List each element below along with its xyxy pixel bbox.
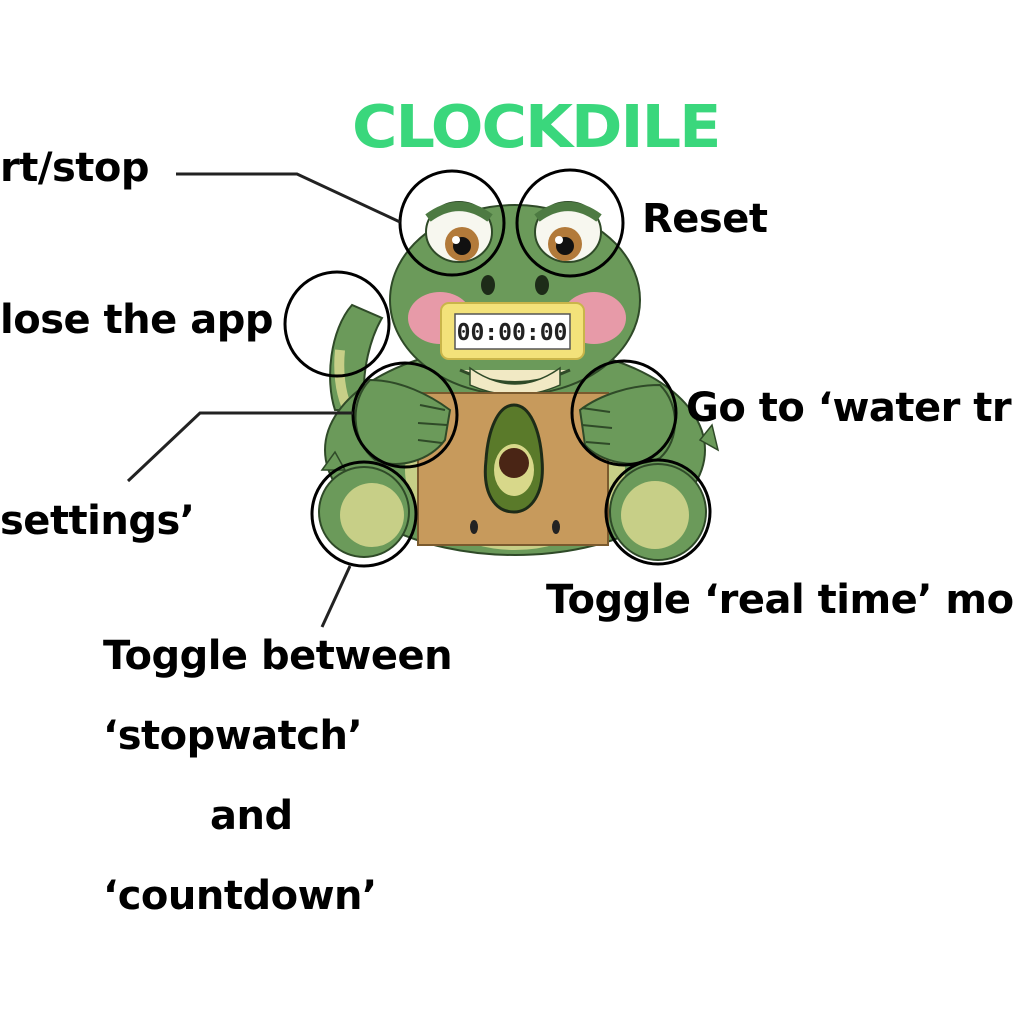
label-toggle-line3: and <box>210 793 293 839</box>
timer-display: 00:00:00 <box>457 320 568 346</box>
label-reset: Reset <box>642 196 768 242</box>
label-close-app: lose the app <box>0 297 273 343</box>
settings-leader <box>126 411 353 483</box>
diagram: CLOCKDILE 00:00:00 rt/stop Reset lose th… <box>0 0 1018 1018</box>
label-toggle-line2: ‘stopwatch’ <box>103 713 363 759</box>
label-toggle-line1: Toggle between <box>103 633 453 679</box>
label-toggle-line4: ‘countdown’ <box>103 873 377 919</box>
label-settings: settings’ <box>0 498 195 544</box>
label-water-tracker: Go to ‘water tr <box>686 385 1012 431</box>
start-stop-leader <box>176 172 401 224</box>
label-start-stop: rt/stop <box>0 145 150 191</box>
toggle-leader <box>320 565 352 628</box>
label-real-time: Toggle ‘real time’ mo <box>546 577 1014 623</box>
